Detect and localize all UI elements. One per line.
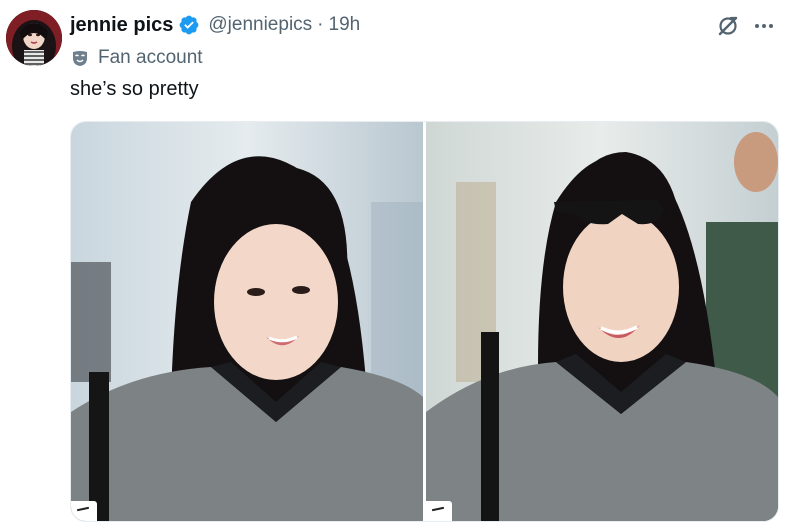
tweet-text: she’s so pretty <box>70 78 199 100</box>
alt-badge[interactable] <box>71 501 97 521</box>
affiliation-label-row: Fan account <box>70 44 203 72</box>
alt-badge[interactable] <box>426 501 452 521</box>
display-name[interactable]: jennie pics <box>70 14 173 37</box>
media-grid <box>70 121 779 522</box>
photo-1[interactable] <box>71 122 423 521</box>
mask-icon <box>70 48 90 68</box>
verified-badge-icon[interactable] <box>178 14 200 36</box>
photo-2[interactable] <box>426 122 778 521</box>
grok-icon[interactable] <box>716 14 740 38</box>
tweet-header: jennie pics @jenniepics · 19h <box>70 10 360 40</box>
separator-dot: · <box>317 14 324 35</box>
timestamp[interactable]: 19h <box>329 14 361 36</box>
affiliation-text: Fan account <box>98 47 203 68</box>
user-handle[interactable]: @jenniepics <box>208 14 312 36</box>
avatar[interactable] <box>6 10 62 66</box>
more-options-icon[interactable] <box>750 14 778 38</box>
avatar-image <box>6 10 62 66</box>
